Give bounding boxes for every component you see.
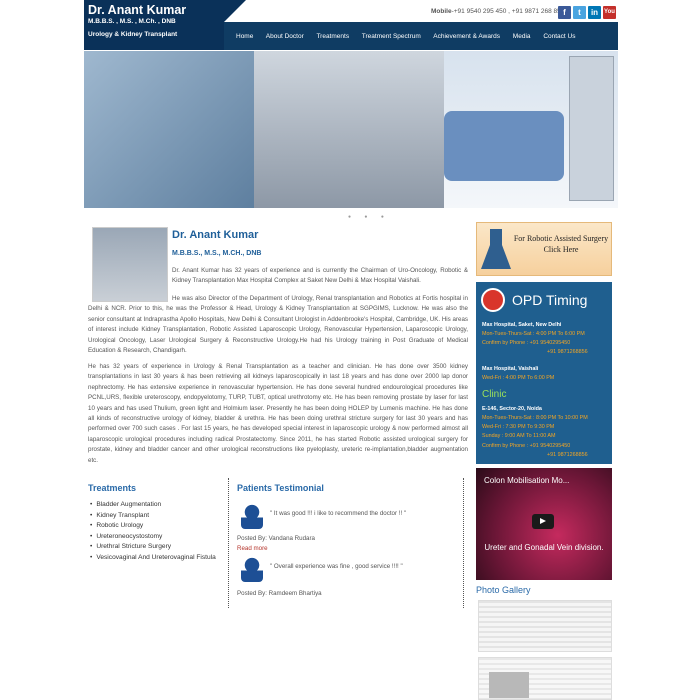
opd-line: Sunday : 9:00 AM To 11:00 AM xyxy=(482,433,556,439)
main-nav: Home About Doctor Treatments Treatment S… xyxy=(236,33,586,40)
nav-achievements[interactable]: Achievement & Awards xyxy=(433,33,500,40)
bio-paragraph-3: He has 32 years of experience in Urology… xyxy=(88,363,468,464)
doctor-degrees: M.B.B.S., M.S., M.CH., DNB xyxy=(172,250,262,257)
opd-line: +91 9871268856 xyxy=(547,452,588,458)
column-divider xyxy=(463,478,464,608)
twitter-icon[interactable]: t xyxy=(573,6,586,19)
treatment-item[interactable]: Urethral Stricture Surgery xyxy=(90,542,216,553)
nav-contact[interactable]: Contact Us xyxy=(543,33,575,40)
opd-title: OPD Timing xyxy=(512,292,588,308)
logo[interactable]: Dr. Anant Kumar M.B.B.S. , M.S. , M.Ch. … xyxy=(84,0,224,50)
bio-paragraph-1: Dr. Anant Kumar has 32 years of experien… xyxy=(172,267,468,285)
gallery-photo-thumb xyxy=(489,672,529,698)
opd-timing-panel: OPD Timing Max Hospital, Saket, New Delh… xyxy=(476,282,612,464)
nav-about-doctor[interactable]: About Doctor xyxy=(266,33,304,40)
opd-line: Mon-Tues-Thurs-Sat : 4:00 PM To 6:00 PM xyxy=(482,331,585,337)
photo-gallery-title: Photo Gallery xyxy=(476,585,531,595)
promo-text: For Robotic Assisted Surgery Click Here xyxy=(513,234,609,254)
nav-home[interactable]: Home xyxy=(236,33,253,40)
treatment-item[interactable]: Kidney Transplant xyxy=(90,511,216,522)
doctor-photo xyxy=(92,227,168,302)
video-caption: Ureter and Gonadal Vein division. xyxy=(484,543,604,552)
opd-line: Max Hospital, Saket, New Delhi xyxy=(482,322,562,328)
logo-specialty: Urology & Kidney Transplant xyxy=(88,31,178,38)
gallery-image[interactable] xyxy=(478,657,612,700)
banner-surgeons-image xyxy=(84,51,254,208)
banner-console-image xyxy=(569,56,614,201)
testimonial-quote: " It was good !!! i like to recommend th… xyxy=(270,510,407,517)
testimonial-author: Posted By: Ramdeem Bhartiya xyxy=(237,590,322,597)
read-more-link[interactable]: Read more xyxy=(237,545,268,552)
mobile-label: Mobile xyxy=(431,8,452,15)
slider-dots[interactable]: ● ● ● xyxy=(348,214,390,220)
opd-line: Wed-Fri : 4:00 PM To 6:00 PM xyxy=(482,375,555,381)
site-header: Dr. Anant Kumar M.B.B.S. , M.S. , M.Ch. … xyxy=(84,0,618,50)
opd-line: +91 9871268856 xyxy=(547,349,588,355)
nav-treatments[interactable]: Treatments xyxy=(316,33,349,40)
banner-table-image xyxy=(444,111,564,181)
robot-arm-icon xyxy=(481,229,511,269)
clinic-label: Clinic xyxy=(482,389,507,400)
treatments-title: Treatments xyxy=(88,483,137,493)
mobile-numbers: +91 9540 295 450 , +91 9871 268 856 xyxy=(453,8,565,15)
opd-line: Mon-Tues-Thurs-Sat : 8:00 PM To 10:00 PM xyxy=(482,415,588,421)
opd-line: Max Hospital, Vaishali xyxy=(482,366,539,372)
column-divider xyxy=(228,478,229,608)
opd-line: E-146, Sector-20, Noida xyxy=(482,406,542,412)
header-diagonal xyxy=(224,0,246,22)
treatment-item[interactable]: Bladder Augmentation xyxy=(90,500,216,511)
linkedin-icon[interactable]: in xyxy=(588,6,601,19)
testimonial-author: Posted By: Vandana Rudara xyxy=(237,535,315,542)
youtube-icon[interactable]: You xyxy=(603,6,616,19)
nav-treatment-spectrum[interactable]: Treatment Spectrum xyxy=(362,33,421,40)
opd-line: Confirm by Phone : +91 9540295450 xyxy=(482,443,571,449)
facebook-icon[interactable]: f xyxy=(558,6,571,19)
user-avatar-icon xyxy=(241,503,263,529)
video-title: Colon Mobilisation Mo... xyxy=(484,476,570,485)
banner-robot-image xyxy=(254,51,444,208)
logo-degrees: M.B.B.S. , M.S. , M.Ch. , DNB xyxy=(88,18,176,25)
testimonial-title: Patients Testimonial xyxy=(237,483,324,493)
robotic-surgery-banner[interactable]: For Robotic Assisted Surgery Click Here xyxy=(476,222,612,276)
user-avatar-icon xyxy=(241,556,263,582)
mobile-contact: Mobile-+91 9540 295 450 , +91 9871 268 8… xyxy=(431,8,565,15)
opd-line: Wed-Fri : 7:30 PM To 9:30 PM xyxy=(482,424,555,430)
opd-line: Confirm by Phone : +91 9540295450 xyxy=(482,340,571,346)
treatment-item[interactable]: Vesicovaginal And Ureterovaginal Fistula xyxy=(90,553,216,564)
video-player[interactable]: Colon Mobilisation Mo... Ureter and Gona… xyxy=(476,468,612,580)
logo-name: Dr. Anant Kumar xyxy=(88,3,187,17)
testimonial-quote: " Overall experience was fine , good ser… xyxy=(270,563,403,570)
treatment-item[interactable]: Robotic Urology xyxy=(90,521,216,532)
alarm-clock-icon xyxy=(481,288,505,312)
gallery-image[interactable] xyxy=(478,600,612,652)
bio-paragraph-2: He was also Director of the Department o… xyxy=(88,295,468,355)
doctor-name: Dr. Anant Kumar xyxy=(172,229,259,241)
treatments-list: Bladder Augmentation Kidney Transplant R… xyxy=(90,500,216,564)
play-icon[interactable] xyxy=(532,514,554,529)
nav-media[interactable]: Media xyxy=(513,33,531,40)
hero-banner[interactable] xyxy=(84,51,618,208)
treatment-item[interactable]: Ureteroneocystostomy xyxy=(90,532,216,543)
